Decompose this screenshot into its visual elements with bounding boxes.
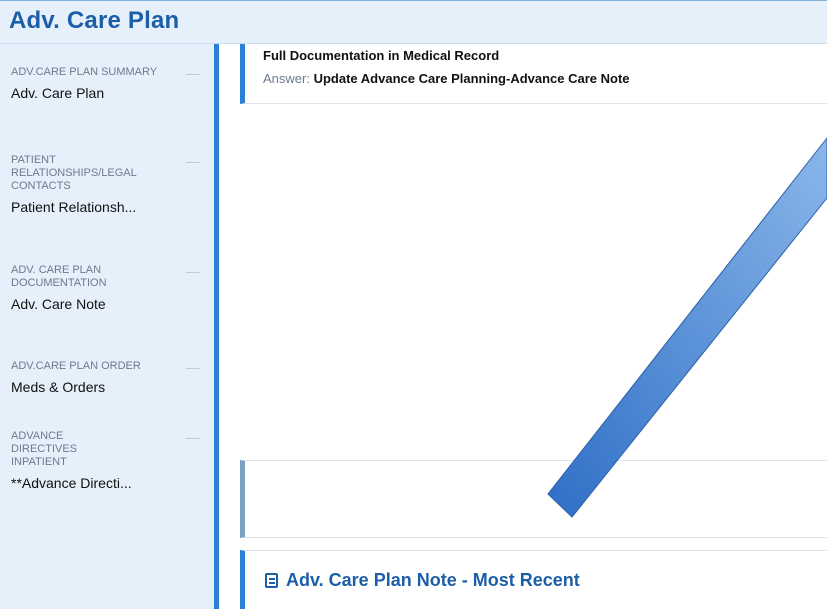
main-content: Full Documentation in Medical Record Ans… [219, 44, 827, 609]
section-divider [186, 272, 200, 273]
documentation-text: Full Documentation in Medical Record [263, 48, 500, 63]
note-card: Adv. Care Plan Note - Most Recent [240, 550, 827, 609]
sidebar-item-advance-directives[interactable]: **Advance Directi... [11, 475, 206, 491]
sidebar-section-documentation: Adv. Care Plan Documentation Adv. Care N… [11, 264, 206, 312]
sidebar-section-header: Advance Directives Inpatient [11, 430, 78, 468]
answer-label: Answer: [263, 71, 310, 86]
section-divider [186, 438, 200, 439]
sidebar-section-relationships: Patient Relationships/Legal Contacts Pat… [11, 154, 206, 215]
note-icon [265, 573, 278, 588]
answer-line: Answer: Update Advance Care Planning-Adv… [263, 71, 630, 86]
sidebar-item-patient-relationships[interactable]: Patient Relationsh... [11, 199, 206, 215]
section-divider [186, 368, 200, 369]
title-bar: Adv. Care Plan [0, 0, 827, 44]
sidebar-section-header: Adv. Care Plan Documentation [11, 264, 107, 289]
sidebar-section-header: Patient Relationships/Legal Contacts [11, 154, 137, 192]
sidebar-section-order: Adv.Care Plan Order Meds & Orders [11, 360, 206, 395]
empty-card [240, 460, 827, 538]
answer-value: Update Advance Care Planning-Advance Car… [313, 71, 630, 86]
sidebar-section-header: Adv.Care Plan Order [11, 360, 141, 372]
note-card-title-link[interactable]: Adv. Care Plan Note - Most Recent [265, 570, 580, 591]
sidebar-item-adv-care-note[interactable]: Adv. Care Note [11, 296, 206, 312]
sidebar-item-adv-care-plan[interactable]: Adv. Care Plan [11, 85, 206, 101]
question-card: Full Documentation in Medical Record Ans… [240, 44, 827, 104]
note-card-title: Adv. Care Plan Note - Most Recent [286, 570, 580, 590]
sidebar-section-summary: Adv.Care Plan Summary Adv. Care Plan [11, 66, 206, 101]
sidebar-section-directives: Advance Directives Inpatient **Advance D… [11, 430, 206, 491]
sidebar-item-meds-orders[interactable]: Meds & Orders [11, 379, 206, 395]
sidebar-section-header: Adv.Care Plan Summary [11, 66, 158, 78]
page-title: Adv. Care Plan [9, 7, 180, 34]
sidebar: Adv.Care Plan Summary Adv. Care Plan Pat… [0, 44, 214, 609]
section-divider [186, 162, 200, 163]
section-divider [186, 74, 200, 75]
